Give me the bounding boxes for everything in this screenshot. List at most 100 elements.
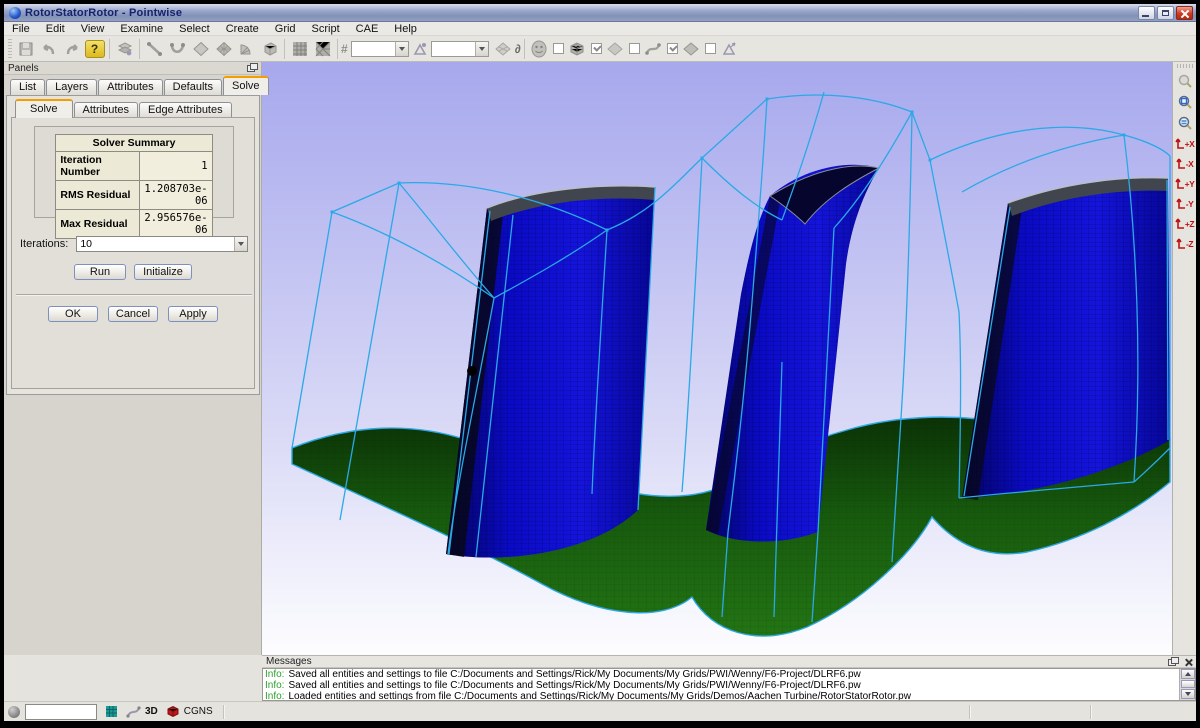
run-button[interactable]: Run: [74, 264, 126, 280]
view-toolbar: +X -X +Y -Y +Z -Z: [1172, 62, 1196, 655]
tab-attributes[interactable]: Attributes: [98, 79, 162, 95]
view-plus-z-button[interactable]: +Z: [1174, 214, 1195, 233]
create-connector-button[interactable]: [143, 38, 166, 60]
create-curve-button[interactable]: [166, 38, 189, 60]
show-spacings-button[interactable]: [680, 38, 703, 60]
menu-bar: File Edit View Examine Select Create Gri…: [4, 22, 1196, 36]
zoom-to-fit-button[interactable]: [1175, 92, 1195, 112]
unstructured-grid-button[interactable]: [311, 38, 334, 60]
view-minus-z-button[interactable]: -Z: [1174, 234, 1195, 253]
view-minus-y-button[interactable]: -Y: [1174, 194, 1195, 213]
create-domain-button[interactable]: [189, 38, 212, 60]
blocks-visibility-checkbox[interactable]: [591, 43, 602, 54]
save-button[interactable]: [14, 38, 37, 60]
show-database-button[interactable]: [528, 38, 551, 60]
messages-close-icon[interactable]: [1184, 658, 1193, 667]
rms-residual-value: 1.208703e-06: [140, 181, 212, 210]
messages-log[interactable]: Info:Saved all entities and settings to …: [262, 668, 1196, 701]
tab-defaults[interactable]: Defaults: [164, 79, 222, 95]
spacing-combo[interactable]: [431, 41, 489, 57]
solve-domain-icon: [494, 41, 512, 57]
tab-layers[interactable]: Layers: [46, 79, 97, 95]
extrude-button[interactable]: [235, 38, 258, 60]
database-visibility-checkbox[interactable]: [553, 43, 564, 54]
panels-tab-bar: List Layers Attributes Defaults Solve: [10, 76, 270, 95]
undo-button[interactable]: [37, 38, 60, 60]
redo-button[interactable]: [60, 38, 83, 60]
restore-button[interactable]: [1157, 6, 1174, 20]
tab-solve[interactable]: Solve: [223, 76, 269, 95]
tab-list[interactable]: List: [10, 79, 45, 95]
domains-visibility-checkbox[interactable]: [629, 43, 640, 54]
ok-button[interactable]: OK: [48, 306, 98, 322]
toolbar-grip[interactable]: [8, 39, 12, 59]
viewport-3d[interactable]: [262, 62, 1172, 655]
view-plus-x-button[interactable]: +X: [1174, 134, 1195, 153]
initialize-button[interactable]: Initialize: [134, 264, 192, 280]
dimension-combo[interactable]: [351, 41, 409, 57]
dimension-input[interactable]: [352, 42, 395, 56]
menu-script[interactable]: Script: [304, 22, 348, 36]
solver-summary-title: Solver Summary: [56, 135, 212, 152]
apply-button[interactable]: Apply: [168, 306, 218, 322]
create-meshed-domain-button[interactable]: [212, 38, 235, 60]
structured-grid-button[interactable]: [288, 38, 311, 60]
viewport-3d-scene[interactable]: [262, 62, 1172, 655]
iterations-input[interactable]: [77, 237, 234, 251]
iterations-combo-arrow[interactable]: [234, 237, 247, 251]
connector-line-icon: [146, 41, 164, 57]
spacing-input[interactable]: [432, 42, 475, 56]
layers-stack-button[interactable]: [113, 38, 136, 60]
partial-derivative-icon: ∂: [515, 42, 521, 56]
scroll-down-icon[interactable]: [1181, 689, 1195, 699]
subtab-edge-attributes[interactable]: Edge Attributes: [139, 102, 232, 118]
show-blocks-button[interactable]: [566, 38, 589, 60]
menu-cae[interactable]: CAE: [348, 22, 387, 36]
unstructured-grid-icon: [314, 40, 332, 58]
log-text: Loaded entities and settings from file C…: [288, 691, 911, 701]
scroll-thumb[interactable]: [1181, 680, 1195, 688]
view-minus-x-button[interactable]: -X: [1174, 154, 1195, 173]
minimize-button[interactable]: [1138, 6, 1155, 20]
dimension-combo-arrow[interactable]: [395, 42, 408, 56]
pointwise-logo-icon: [9, 7, 21, 19]
menu-file[interactable]: File: [4, 22, 38, 36]
subtab-attributes[interactable]: Attributes: [74, 102, 138, 118]
solve-domain-button[interactable]: [492, 38, 515, 60]
help-button[interactable]: ?: [83, 38, 106, 60]
menu-examine[interactable]: Examine: [112, 22, 171, 36]
show-connectors-button[interactable]: [642, 38, 665, 60]
show-dimensions-button[interactable]: [718, 38, 741, 60]
structured-grid-icon: [291, 40, 309, 58]
menu-select[interactable]: Select: [171, 22, 218, 36]
blocks-cube-icon: [568, 40, 586, 58]
close-button[interactable]: [1176, 6, 1193, 20]
menu-create[interactable]: Create: [218, 22, 267, 36]
messages-float-icon[interactable]: [1168, 659, 1176, 666]
iterations-combo[interactable]: [76, 236, 248, 252]
scroll-up-icon[interactable]: [1181, 669, 1195, 679]
show-domains-button[interactable]: [604, 38, 627, 60]
app-window: RotorStatorRotor - Pointwise File Edit V…: [4, 4, 1196, 721]
cancel-button[interactable]: Cancel: [108, 306, 158, 322]
command-input[interactable]: [25, 704, 97, 720]
menu-edit[interactable]: Edit: [38, 22, 73, 36]
zoom-button[interactable]: [1175, 71, 1195, 91]
messages-scrollbar[interactable]: [1179, 669, 1195, 700]
menu-help[interactable]: Help: [386, 22, 425, 36]
view-plus-y-button[interactable]: +Y: [1174, 174, 1195, 193]
menu-grid[interactable]: Grid: [267, 22, 304, 36]
spacing-combo-arrow[interactable]: [475, 42, 488, 56]
selected-point[interactable]: [467, 366, 477, 376]
view-toolbar-grip[interactable]: [1177, 64, 1193, 68]
menu-view[interactable]: View: [73, 22, 113, 36]
zoom-reset-button[interactable]: [1175, 113, 1195, 133]
zoom-icon: [1177, 73, 1193, 89]
subtab-solve[interactable]: Solve: [15, 99, 73, 118]
panels-float-icon[interactable]: [247, 65, 255, 72]
connectors-visibility-checkbox[interactable]: [667, 43, 678, 54]
connectors-curve-icon: [644, 41, 662, 57]
max-residual-value: 2.956576e-06: [140, 210, 212, 239]
create-block-button[interactable]: [258, 38, 281, 60]
spacings-visibility-checkbox[interactable]: [705, 43, 716, 54]
